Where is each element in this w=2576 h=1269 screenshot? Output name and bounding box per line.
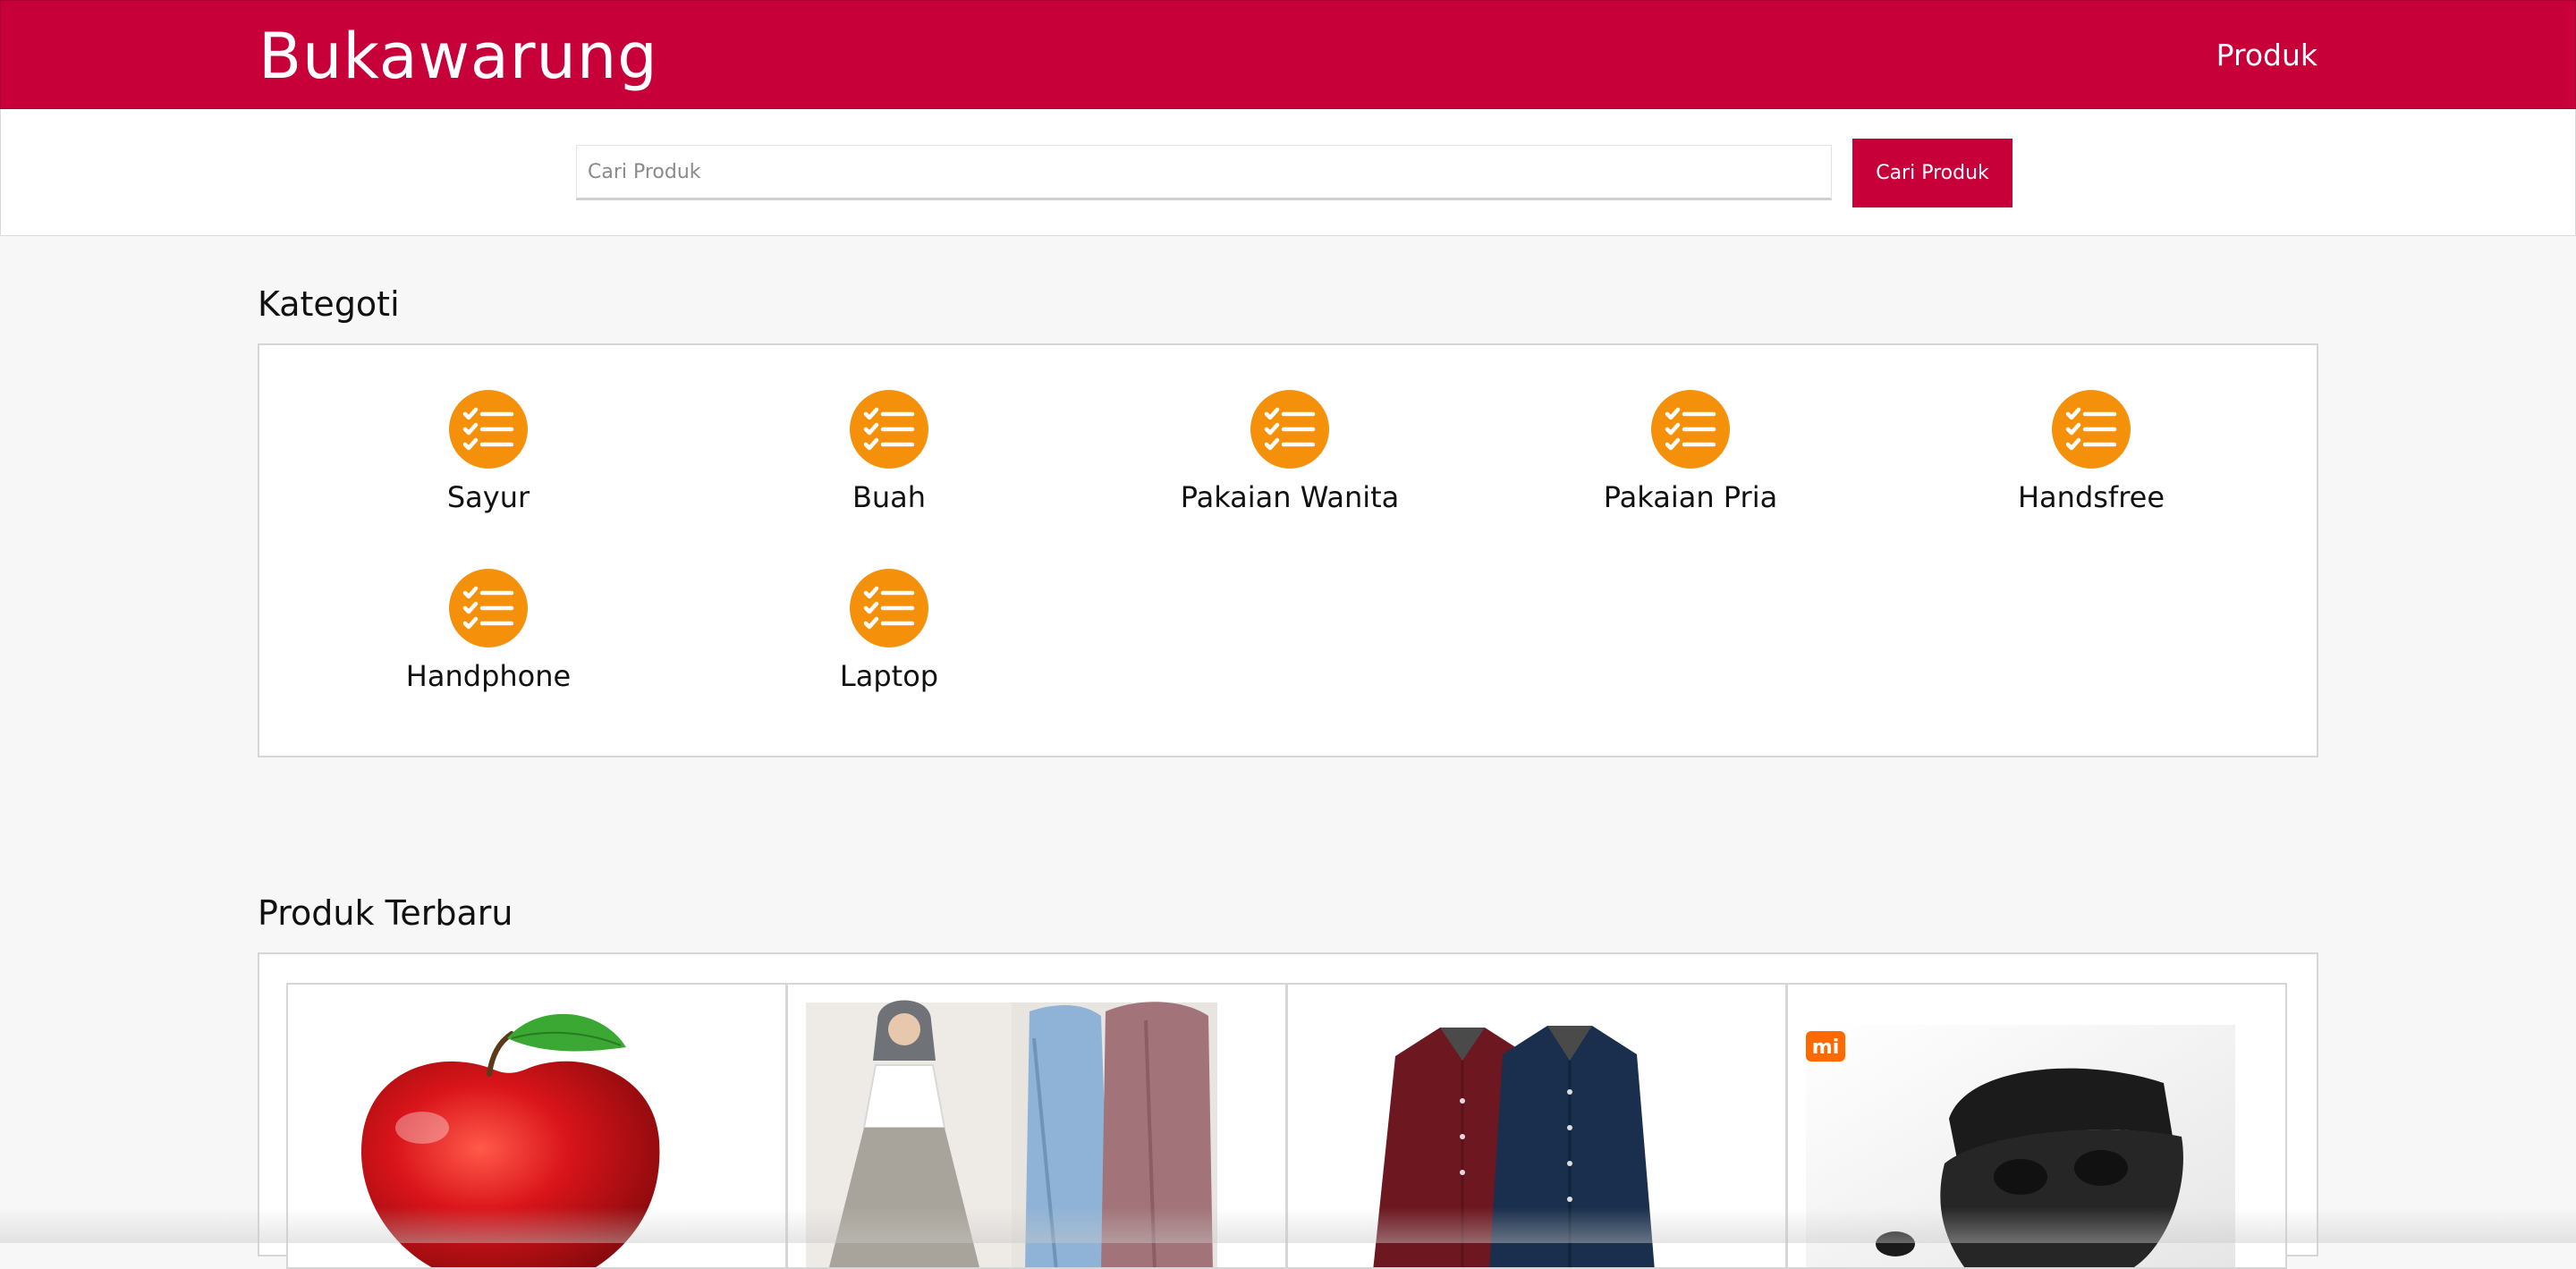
earbuds-image: mi [1806,1025,2235,1267]
products-section-title: Produk Terbaru [258,893,513,933]
checklist-icon [449,390,528,469]
checklist-icon [1250,390,1329,469]
apple-image [360,1013,660,1267]
products-panel: mi [258,952,2318,1269]
category-item-pakaian-wanita[interactable]: Pakaian Wanita [1089,390,1490,515]
category-label: Handsfree [2017,480,2165,514]
category-label: Buah [852,480,927,514]
category-item-pakaian-pria[interactable]: Pakaian Pria [1490,390,1891,515]
category-label: Pakaian Pria [1603,480,1778,514]
checklist-icon [2052,390,2131,469]
nav-link-produk[interactable]: Produk [2216,37,2318,74]
category-item-laptop[interactable]: Laptop [689,569,1089,694]
brand-logo[interactable]: Bukawarung [258,19,658,94]
checklist-icon [449,569,528,647]
category-label: Sayur [446,480,530,514]
product-card-apple[interactable] [286,983,787,1269]
product-card-women-clothing[interactable] [786,983,1287,1269]
women-clothing-image [806,1000,1217,1267]
category-section-title: Kategoti [258,284,400,324]
checklist-icon [1651,390,1730,469]
category-label: Handphone [405,659,572,693]
search-button[interactable]: Cari Produk [1852,139,2012,207]
category-item-handphone[interactable]: Handphone [288,569,689,694]
search-input[interactable] [576,145,1832,200]
category-label: Pakaian Wanita [1180,480,1400,514]
navbar: Bukawarung Produk [0,0,2576,109]
product-card-xiaomi-earbuds[interactable]: mi [1786,983,2287,1269]
category-panel: Sayur Buah Pakaian Wanita Pakaian Pria H… [258,343,2318,757]
product-card-men-shirts[interactable] [1286,983,1787,1269]
category-label: Laptop [839,659,939,693]
checklist-icon [850,569,928,647]
checklist-icon [850,390,928,469]
category-item-sayur[interactable]: Sayur [288,390,689,515]
svg-text:mi: mi [1812,1036,1839,1059]
category-item-buah[interactable]: Buah [689,390,1089,515]
men-shirts-image [1373,1026,1655,1267]
category-item-handsfree[interactable]: Handsfree [1891,390,2292,515]
